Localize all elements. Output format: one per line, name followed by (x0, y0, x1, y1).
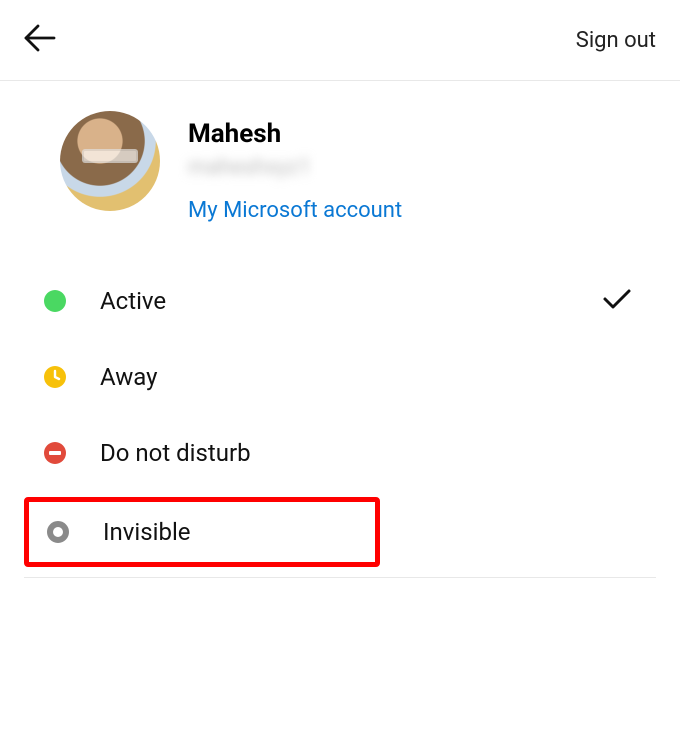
profile-section: Mahesh maheshxyz1 My Microsoft account (0, 81, 680, 233)
account-link[interactable]: My Microsoft account (188, 198, 402, 223)
back-button[interactable] (20, 18, 60, 62)
status-label: Do not disturb (100, 439, 251, 467)
topbar: Sign out (0, 0, 680, 80)
gray-ring-icon (47, 521, 69, 543)
signout-button[interactable]: Sign out (576, 28, 656, 53)
back-arrow-icon (20, 18, 60, 58)
status-list: Active Away Do not disturb (0, 263, 680, 567)
status-option-away[interactable]: Away (0, 339, 680, 415)
status-label: Invisible (103, 518, 191, 546)
dnd-icon (44, 442, 66, 464)
status-option-invisible[interactable]: Invisible (29, 502, 375, 562)
status-option-active[interactable]: Active (0, 263, 680, 339)
invisible-highlight-box: Invisible (24, 497, 380, 567)
avatar[interactable] (60, 111, 160, 211)
bottom-divider (24, 577, 656, 578)
status-label: Active (100, 287, 166, 315)
status-label: Away (100, 363, 158, 391)
profile-username-blurred: maheshxyz1 (188, 155, 402, 180)
profile-text: Mahesh maheshxyz1 My Microsoft account (188, 111, 402, 223)
checkmark-icon (602, 287, 632, 311)
status-option-dnd[interactable]: Do not disturb (0, 415, 680, 491)
away-clock-icon (44, 366, 66, 388)
green-dot-icon (44, 290, 66, 312)
profile-name: Mahesh (188, 119, 402, 149)
